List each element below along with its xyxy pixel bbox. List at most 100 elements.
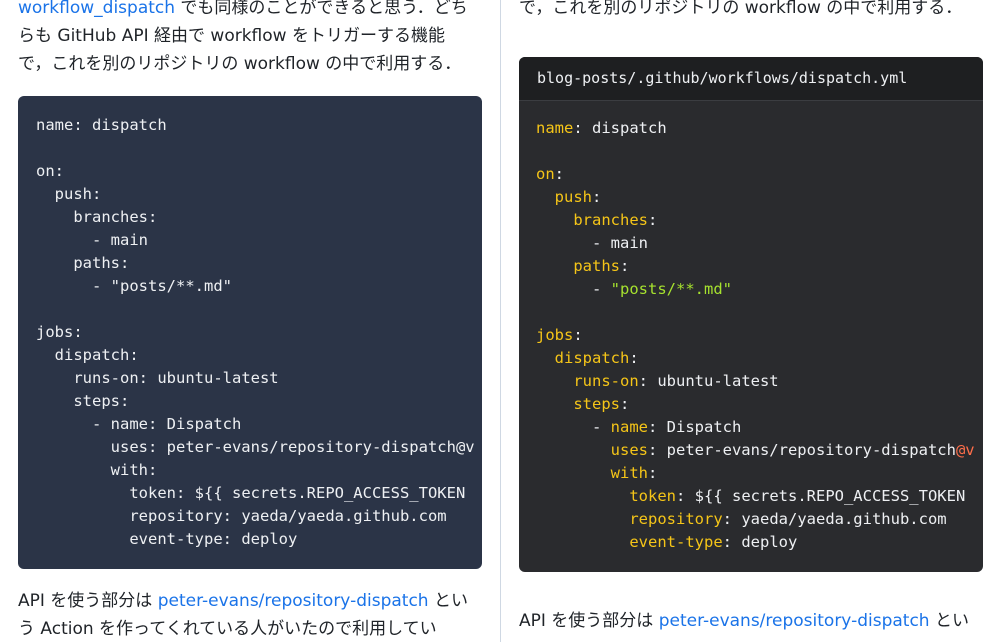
outro-prefix: API を使う部分は: [18, 591, 158, 611]
code-key: event-type: [629, 533, 723, 551]
code-line: jobs:: [36, 323, 83, 341]
code-sep: :: [554, 165, 565, 183]
code-key: steps: [573, 395, 620, 413]
code-sep: :: [147, 461, 158, 479]
code-key: runs-on: [573, 372, 639, 390]
code-sep: :: [573, 119, 592, 137]
repository-dispatch-link-right[interactable]: peter-evans/repository-dispatch: [659, 611, 930, 631]
code-sep: -: [592, 280, 611, 298]
yaml-code-highlighted: name: dispatch on: push: branches: - mai…: [519, 101, 983, 554]
code-line: paths:: [36, 254, 129, 272]
code-sep: :: [138, 369, 158, 387]
code-sep: :: [54, 162, 65, 180]
code-sep: :: [120, 254, 130, 272]
code-line: - name: Dispatch: [36, 415, 241, 433]
code-line: runs-on: ubuntu-latest: [536, 372, 779, 390]
code-key: push: [54, 185, 92, 203]
code-line: paths:: [536, 257, 629, 275]
code-key: jobs: [36, 323, 74, 341]
code-sep: :: [176, 484, 195, 502]
code-sep: :: [592, 188, 602, 206]
outro-paragraph-right: API を使う部分は peter-evans/repository-dispat…: [519, 607, 989, 635]
yaml-code-plain: name: dispatch on: push: branches: - mai…: [18, 96, 482, 551]
code-value: yaeda/yaeda.github.com: [741, 510, 947, 528]
code-sep: :: [147, 438, 167, 456]
code-line: - name: Dispatch: [536, 418, 741, 436]
code-value: main: [110, 231, 148, 249]
intro-text-line2: らも GitHub API 経由で workflow をトリガーする機能: [18, 26, 445, 46]
code-value: Dispatch: [666, 418, 742, 436]
code-sep: -: [92, 277, 111, 295]
code-line: token: ${{ secrets.REPO_ACCESS_TOKEN: [536, 487, 965, 505]
code-value: "posts/**.md": [610, 280, 732, 298]
code-line: repository: yaeda/yaeda.github.com: [36, 507, 447, 525]
code-sep: :: [647, 211, 658, 229]
code-key: name: [110, 415, 148, 433]
code-value: Dispatch: [166, 415, 242, 433]
code-sep: :: [620, 395, 630, 413]
code-key: with: [610, 464, 648, 482]
code-key: event-type: [129, 530, 223, 548]
code-value: ubuntu-latest: [157, 369, 279, 387]
outro-suffix: とい: [428, 591, 468, 611]
code-key: dispatch: [54, 346, 130, 364]
code-value: deploy: [741, 533, 798, 551]
code-line: dispatch:: [536, 349, 639, 367]
code-sep: :: [92, 185, 102, 203]
code-line: token: ${{ secrets.REPO_ACCESS_TOKEN: [36, 484, 465, 502]
right-article-pane: で，これを別のリポジトリの workflow の中で利用する． blog-pos…: [501, 0, 1001, 642]
code-key: steps: [73, 392, 120, 410]
code-line: runs-on: ubuntu-latest: [36, 369, 279, 387]
code-sep: :: [222, 530, 242, 548]
code-line: on:: [36, 162, 64, 180]
code-sep: :: [73, 116, 92, 134]
code-sep: :: [676, 487, 695, 505]
code-line: uses: peter-evans/repository-dispatch@v: [36, 438, 475, 456]
code-sep: :: [629, 349, 639, 367]
code-value: dispatch: [92, 116, 167, 134]
code-line: name: dispatch: [36, 116, 167, 134]
code-line: - "posts/**.md": [36, 277, 232, 295]
code-key: runs-on: [73, 369, 139, 387]
intro-paragraph: workflow_dispatch でも同様のことができると思う．どち らも Gi…: [18, 0, 488, 78]
repository-dispatch-link[interactable]: peter-evans/repository-dispatch: [158, 591, 429, 611]
code-line: repository: yaeda/yaeda.github.com: [536, 510, 947, 528]
code-key: uses: [610, 441, 648, 459]
code-key: token: [129, 484, 176, 502]
code-key: with: [110, 461, 148, 479]
code-line: event-type: deploy: [36, 530, 297, 548]
code-line: push:: [536, 188, 602, 206]
code-key: name: [610, 418, 648, 436]
workflow-dispatch-link[interactable]: workflow_dispatch: [18, 0, 175, 18]
code-key: push: [554, 188, 592, 206]
code-line: jobs:: [536, 326, 583, 344]
code-value: yaeda/yaeda.github.com: [241, 507, 447, 525]
code-line: event-type: deploy: [536, 533, 797, 551]
code-sep: :: [620, 257, 630, 275]
code-line: on:: [536, 165, 564, 183]
code-key: name: [36, 116, 74, 134]
code-key: branches: [73, 208, 148, 226]
code-sep: :: [638, 372, 658, 390]
code-sep: :: [148, 415, 167, 433]
code-version-ref: @v: [455, 438, 475, 456]
code-dash: -: [592, 418, 611, 436]
intro-text-right: で，これを別のリポジトリの workflow の中で利用する．: [519, 0, 963, 18]
code-value: "posts/**.md": [110, 277, 232, 295]
code-dash: -: [92, 415, 111, 433]
code-value: ubuntu-latest: [657, 372, 779, 390]
code-value: ${{ secrets.REPO_ACCESS_TOKEN: [694, 487, 966, 505]
code-sep: :: [722, 510, 742, 528]
code-sep: :: [147, 208, 158, 226]
code-sep: :: [722, 533, 742, 551]
code-line: - main: [36, 231, 148, 249]
code-sep: :: [120, 392, 130, 410]
intro-text-line3: で，これを別のリポジトリの workflow の中で利用する．: [18, 54, 462, 74]
code-key: on: [536, 165, 555, 183]
outro-prefix-right: API を使う部分は: [519, 611, 659, 631]
code-key: paths: [73, 254, 120, 272]
code-sep: :: [73, 323, 83, 341]
code-sep: :: [648, 418, 667, 436]
code-value: peter-evans/repository-dispatch: [666, 441, 956, 459]
code-sep: :: [647, 441, 667, 459]
